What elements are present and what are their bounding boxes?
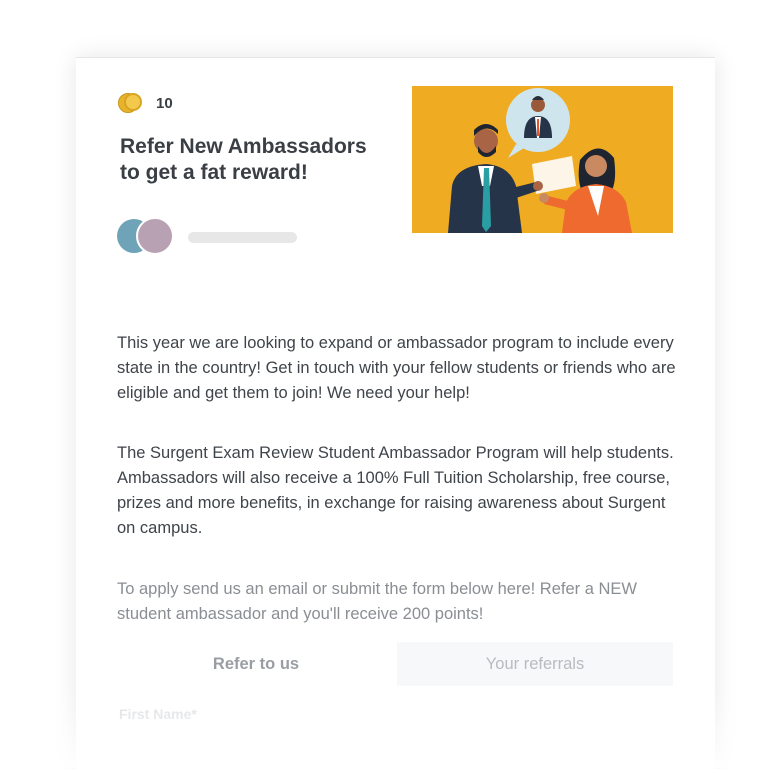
- tab-your-referrals[interactable]: Your referrals: [397, 642, 673, 686]
- referral-tabs: Refer to us Your referrals: [117, 642, 673, 686]
- apply-paragraph: To apply send us an email or submit the …: [117, 579, 637, 623]
- name-placeholder: [188, 232, 297, 243]
- description-paragraph: This year we are looking to expand or am…: [117, 333, 676, 402]
- first-name-label: First Name*: [119, 706, 197, 722]
- points-value: 10: [156, 94, 173, 112]
- program-paragraph: The Surgent Exam Review Student Ambassad…: [117, 443, 674, 537]
- tab-refer-to-us[interactable]: Refer to us: [117, 642, 395, 686]
- coin-icon: [118, 93, 148, 113]
- reward-card: 10 Refer New Ambassadors to get a fat re…: [76, 57, 715, 769]
- referral-illustration: [412, 86, 673, 233]
- card-title: Refer New Ambassadors to get a fat rewar…: [120, 135, 367, 184]
- points-row: 10: [118, 93, 173, 113]
- avatar: [136, 217, 174, 255]
- participant-avatars: [117, 217, 174, 255]
